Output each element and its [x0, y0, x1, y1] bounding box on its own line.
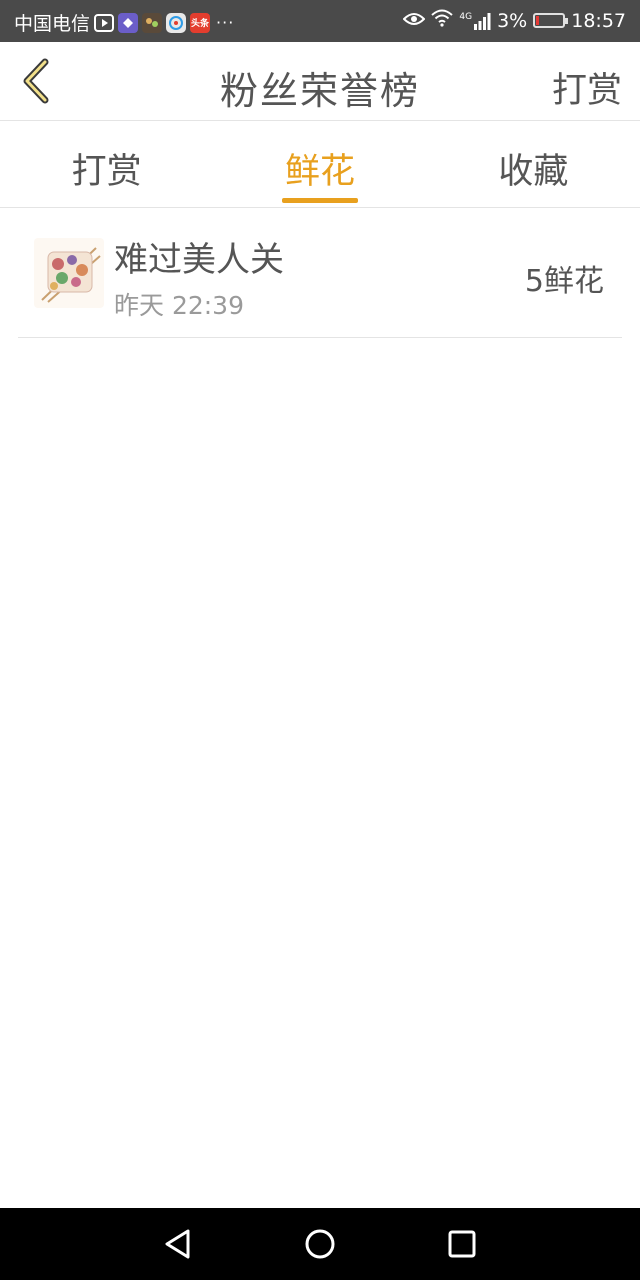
nav-back-button[interactable]	[160, 1226, 196, 1262]
user-name: 难过美人关	[114, 240, 284, 280]
more-notifications: ···	[216, 13, 235, 32]
news-app-icon	[166, 12, 187, 33]
app-header: 粉丝荣誉榜 打赏	[0, 42, 640, 121]
grilled-skewers-avatar-icon	[41, 247, 101, 303]
video-app-icon	[94, 13, 115, 33]
tab-label: 收藏	[498, 152, 569, 192]
page-title: 粉丝荣誉榜	[219, 69, 420, 113]
nav-home-button[interactable]	[302, 1226, 338, 1262]
status-bar: 中国电信 头条 ··· 4G 3% 18:57	[0, 0, 640, 42]
tab-reward[interactable]: 打赏	[0, 121, 213, 207]
signal-icon: 4G	[459, 12, 491, 30]
nav-recent-button[interactable]	[444, 1226, 480, 1262]
gift-amount: 5鲜花	[524, 264, 604, 299]
triangle-back-icon	[165, 1229, 190, 1259]
battery-icon	[533, 13, 569, 28]
tab-flowers[interactable]: 鲜花	[213, 121, 426, 207]
square-recent-icon	[448, 1230, 476, 1258]
avatar	[34, 238, 104, 308]
tab-bar: 打赏 鲜花 收藏	[0, 121, 640, 208]
wifi-icon	[431, 9, 454, 32]
tab-favorites[interactable]: 收藏	[427, 121, 640, 207]
tab-label: 鲜花	[284, 152, 355, 192]
status-left: 中国电信 头条 ···	[14, 9, 234, 36]
carrier-label: 中国电信	[14, 13, 91, 35]
tab-label: 打赏	[71, 152, 142, 192]
clock: 18:57	[571, 9, 626, 32]
eye-icon	[402, 10, 426, 32]
circle-home-icon	[305, 1229, 335, 1259]
game-app-icon	[142, 12, 163, 33]
active-tab-indicator	[281, 198, 358, 203]
status-right: 4G 3% 18:57	[397, 9, 626, 32]
battery-percent: 3%	[497, 9, 528, 32]
toutiao-app-icon: 头条	[190, 12, 211, 33]
network-type: 4G	[459, 11, 473, 22]
battery-level-fill	[536, 16, 540, 25]
timestamp: 昨天 22:39	[114, 291, 244, 320]
system-nav-bar	[0, 1208, 640, 1280]
reward-button[interactable]: 打赏	[552, 62, 622, 113]
list-item[interactable]: 难过美人关 昨天 22:39 5鲜花	[18, 210, 622, 338]
purple-app-icon	[118, 12, 139, 33]
